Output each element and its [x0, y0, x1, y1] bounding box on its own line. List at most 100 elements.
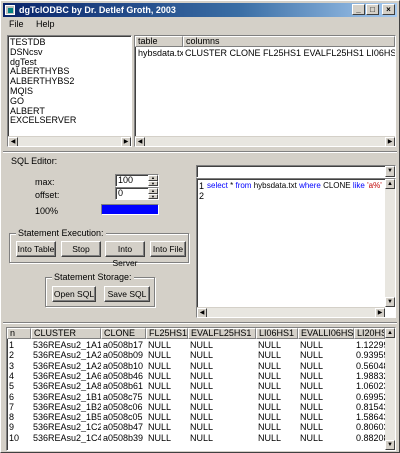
- table-cell[interactable]: 9: [9, 422, 31, 432]
- table-cell[interactable]: 6: [9, 392, 31, 402]
- table-cell[interactable]: NULL: [190, 402, 256, 412]
- sql-text-editor[interactable]: 1 2 select * from hybsdata.txt where CLO…: [196, 178, 396, 318]
- table-cell[interactable]: NULL: [258, 422, 298, 432]
- table-cell[interactable]: NULL: [258, 412, 298, 422]
- table-cell[interactable]: NULL: [300, 371, 354, 381]
- datasource-hscrollbar[interactable]: ◀ ▶: [8, 136, 131, 146]
- table-cell[interactable]: NULL: [258, 433, 298, 443]
- results-header-evalfl25hs1[interactable]: EVALFL25HS1: [188, 328, 256, 339]
- results-header-clone[interactable]: CLONE: [101, 328, 146, 339]
- tables-panel[interactable]: table columns hybsdata.txt CLUSTER CLONE…: [134, 35, 396, 147]
- table-cell[interactable]: 4: [9, 371, 31, 381]
- spin-down-icon[interactable]: ▼: [148, 180, 158, 186]
- table-cell[interactable]: NULL: [258, 381, 298, 391]
- into-server-button[interactable]: Into Server: [105, 241, 145, 268]
- table-cell[interactable]: NULL: [148, 361, 188, 371]
- chevron-down-icon[interactable]: ▼: [385, 166, 395, 177]
- table-cell[interactable]: NULL: [300, 392, 354, 402]
- close-button[interactable]: ×: [382, 4, 395, 15]
- offset-spinbox[interactable]: 0 ▲ ▼: [115, 187, 159, 200]
- table-cell[interactable]: NULL: [148, 371, 188, 381]
- table-cell[interactable]: a0508b09: [103, 350, 146, 360]
- table-cell[interactable]: NULL: [300, 350, 354, 360]
- scroll-left-icon[interactable]: ◀: [197, 308, 207, 317]
- title-bar[interactable]: dgTclODBC by Dr. Detlef Groth, 2003 _ □ …: [3, 3, 397, 17]
- table-cell[interactable]: 3: [9, 361, 31, 371]
- table-cell[interactable]: 5: [9, 381, 31, 391]
- table-cell[interactable]: 0.80603: [356, 422, 386, 432]
- column-header-columns[interactable]: columns: [183, 36, 395, 47]
- table-cell[interactable]: NULL: [300, 412, 354, 422]
- table-cell[interactable]: 1: [9, 340, 31, 350]
- table-cell[interactable]: 0.93959: [356, 350, 386, 360]
- table-cell[interactable]: 10: [9, 433, 31, 443]
- table-cell[interactable]: 7: [9, 402, 31, 412]
- table-cell[interactable]: a0508b61: [103, 381, 146, 391]
- list-item[interactable]: MQIS: [10, 86, 129, 97]
- max-spinbox[interactable]: 100 ▲ ▼: [115, 174, 159, 187]
- table-cell[interactable]: a0508b17: [103, 340, 146, 350]
- table-cell[interactable]: NULL: [190, 361, 256, 371]
- offset-value[interactable]: 0: [118, 188, 123, 198]
- results-header-fl25hs1[interactable]: FL25HS1: [146, 328, 188, 339]
- results-header-cluster[interactable]: CLUSTER: [31, 328, 101, 339]
- table-cell[interactable]: 536REAsu2_1B21: [33, 402, 101, 412]
- open-sql-button[interactable]: Open SQL: [52, 286, 96, 302]
- table-cell[interactable]: NULL: [190, 433, 256, 443]
- table-cell[interactable]: 536REAsu2_1A11: [33, 340, 101, 350]
- column-header-table[interactable]: table: [135, 36, 183, 47]
- table-cell[interactable]: 1.06023: [356, 381, 386, 391]
- table-name-cell[interactable]: hybsdata.txt: [138, 48, 183, 58]
- results-header-evalli06hs1[interactable]: EVALLI06HS1: [298, 328, 354, 339]
- scroll-right-icon[interactable]: ▶: [375, 308, 385, 317]
- table-cell[interactable]: a0508c06: [103, 402, 146, 412]
- table-cell[interactable]: NULL: [258, 361, 298, 371]
- scroll-down-icon[interactable]: ▼: [385, 297, 395, 307]
- sql-query-line[interactable]: select * from hybsdata.txt where CLONE l…: [207, 181, 382, 191]
- table-cell[interactable]: 1.12299: [356, 340, 386, 350]
- table-cell[interactable]: a0508c75: [103, 392, 146, 402]
- query-history-dropdown[interactable]: ▼: [196, 165, 396, 178]
- table-cell[interactable]: 2: [9, 350, 31, 360]
- results-header-n[interactable]: n: [7, 328, 31, 339]
- table-cell[interactable]: a0508c05: [103, 412, 146, 422]
- table-cell[interactable]: NULL: [190, 392, 256, 402]
- table-cell[interactable]: NULL: [190, 381, 256, 391]
- max-value[interactable]: 100: [118, 175, 133, 185]
- table-cell[interactable]: 536REAsu2_1A8: [33, 381, 101, 391]
- table-cell[interactable]: a0508b47: [103, 422, 146, 432]
- table-cell[interactable]: NULL: [300, 340, 354, 350]
- results-header-li06hs1[interactable]: LI06HS1: [256, 328, 298, 339]
- table-cell[interactable]: 1.58643: [356, 412, 386, 422]
- table-cell[interactable]: NULL: [258, 350, 298, 360]
- table-cell[interactable]: NULL: [190, 371, 256, 381]
- table-cell[interactable]: NULL: [190, 340, 256, 350]
- table-cell[interactable]: NULL: [300, 381, 354, 391]
- table-cell[interactable]: NULL: [148, 422, 188, 432]
- table-cell[interactable]: NULL: [300, 402, 354, 412]
- table-cell[interactable]: NULL: [258, 371, 298, 381]
- table-cell[interactable]: a0508b46: [103, 371, 146, 381]
- tables-hscrollbar[interactable]: ◀ ▶: [135, 136, 395, 146]
- table-cell[interactable]: 536REAsu2_1C4: [33, 433, 101, 443]
- spin-down-icon[interactable]: ▼: [148, 193, 158, 199]
- table-cell[interactable]: 1.98832: [356, 371, 386, 381]
- table-cell[interactable]: 0.81543: [356, 402, 386, 412]
- table-cell[interactable]: 536REAsu2_1A21: [33, 350, 101, 360]
- scroll-left-icon[interactable]: ◀: [135, 137, 145, 146]
- results-grid[interactable]: n CLUSTER CLONE FL25HS1 EVALFL25HS1 LI06…: [6, 327, 396, 451]
- table-cell[interactable]: 536REAsu2_1B16: [33, 392, 101, 402]
- scroll-up-icon[interactable]: ▲: [385, 328, 395, 338]
- into-table-button[interactable]: Into Table: [16, 241, 56, 257]
- table-cell[interactable]: NULL: [148, 381, 188, 391]
- maximize-button[interactable]: □: [366, 4, 379, 15]
- table-cell[interactable]: NULL: [300, 433, 354, 443]
- results-vscrollbar[interactable]: ▲ ▼: [385, 328, 395, 450]
- stop-button[interactable]: Stop: [61, 241, 101, 257]
- into-file-button[interactable]: Into File: [150, 241, 186, 257]
- table-cell[interactable]: NULL: [148, 392, 188, 402]
- table-cell[interactable]: NULL: [190, 422, 256, 432]
- table-cell[interactable]: 8: [9, 412, 31, 422]
- table-cell[interactable]: 0.56048: [356, 361, 386, 371]
- table-cell[interactable]: NULL: [190, 412, 256, 422]
